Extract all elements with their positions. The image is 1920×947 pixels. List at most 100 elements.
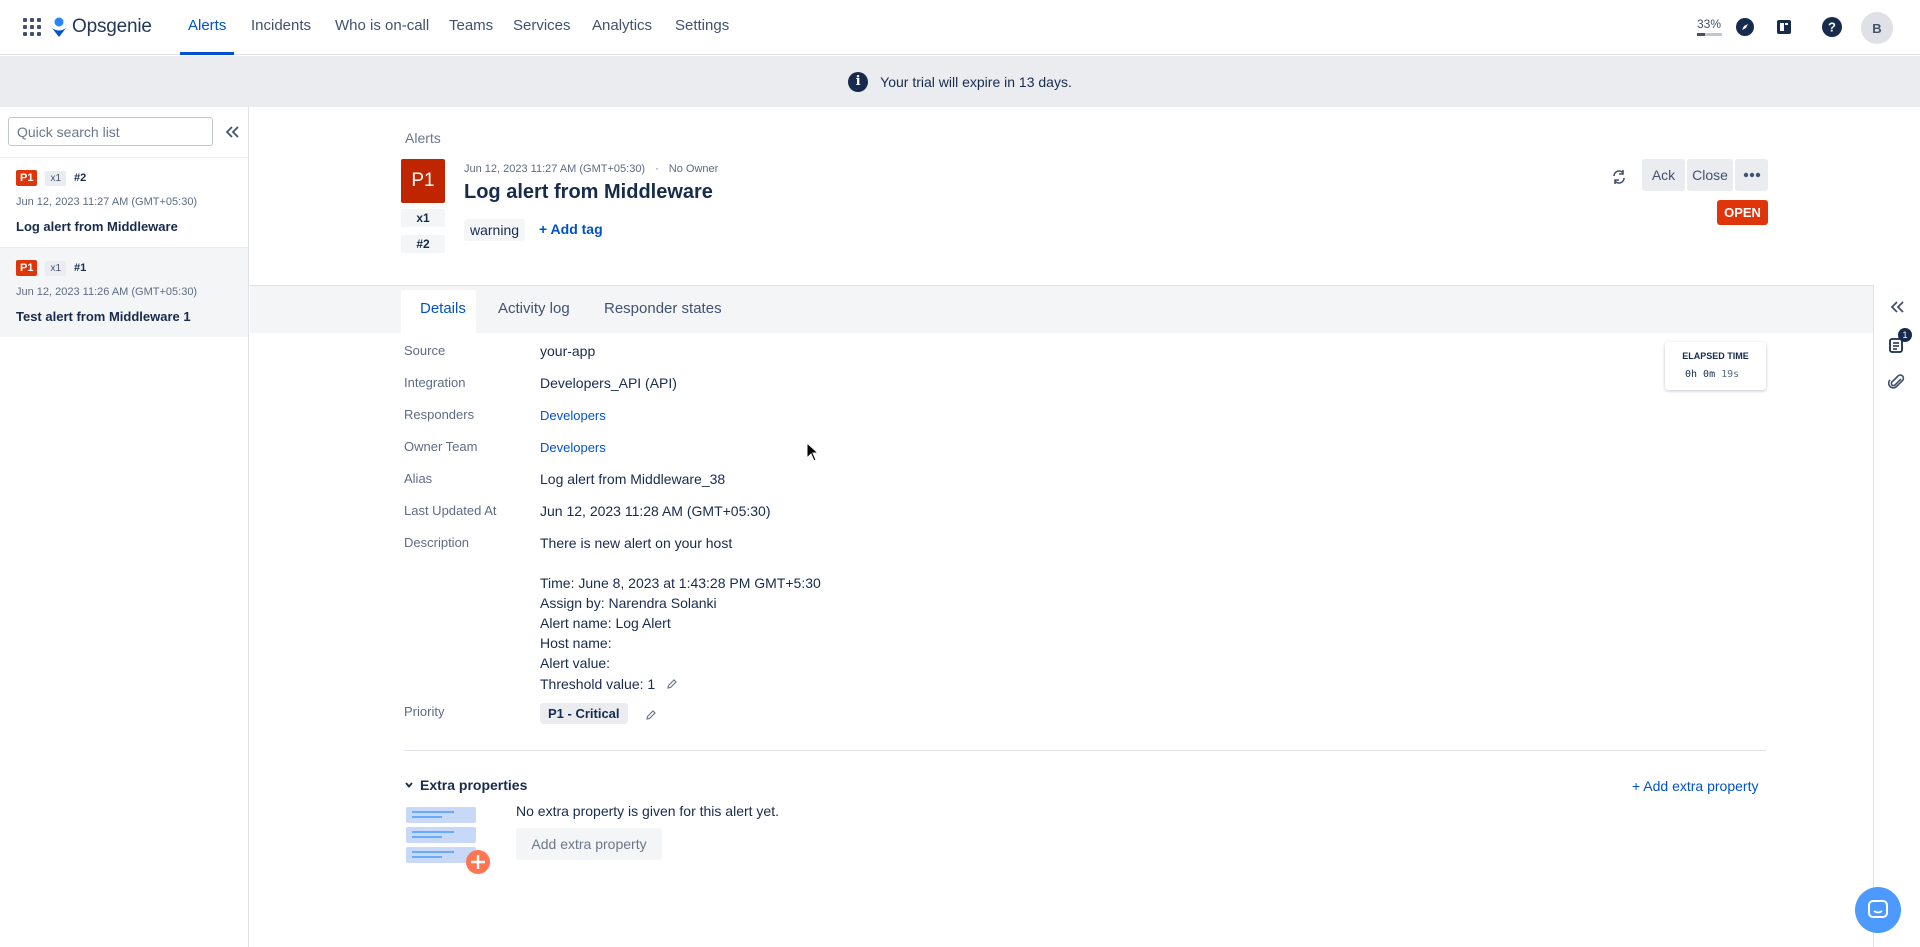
elapsed-time-value-row: 0h 0m 19s [1685, 369, 1739, 380]
alert-title: Log alert from Middleware [16, 219, 178, 234]
more-icon [1743, 172, 1760, 178]
avatar[interactable]: B [1861, 12, 1893, 44]
edit-priority-icon[interactable] [642, 706, 660, 724]
description-last-row: Threshold value: 1 [540, 675, 681, 693]
opsgenie-logo-icon [52, 17, 66, 37]
notes-icon[interactable]: 1 [1886, 328, 1912, 356]
count-badge: x1 [401, 209, 445, 227]
progress-percent[interactable]: 33% [1697, 17, 1721, 31]
elapsed-time-card: ELAPSED TIME 0h 0m 19s [1665, 342, 1766, 390]
nav-who-is-on-call[interactable]: Who is on-call [335, 17, 429, 55]
priority-badge-large: P1 [401, 159, 445, 203]
responders-link[interactable]: Developers [540, 408, 606, 423]
tab-details[interactable]: Details [420, 300, 466, 329]
collapse-list-icon[interactable] [222, 122, 242, 142]
extra-properties-title: Extra properties [420, 777, 528, 793]
list-item[interactable]: P1 x1 #2 Jun 12, 2023 11:27 AM (GMT+05:3… [0, 157, 248, 247]
compass-icon[interactable] [1734, 16, 1756, 38]
source-value: your-app [540, 343, 596, 359]
alias-label: Alias [404, 471, 433, 486]
elapsed-time-seconds: 19s [1721, 369, 1740, 380]
nav-teams[interactable]: Teams [449, 17, 493, 55]
description-line: Alert value: [540, 655, 611, 671]
alias-value: Log alert from Middleware_38 [540, 471, 726, 487]
nav-analytics[interactable]: Analytics [592, 17, 652, 55]
more-actions-button[interactable] [1735, 159, 1768, 191]
chevron-down-icon [405, 782, 413, 788]
extra-properties-toggle[interactable]: Extra properties [404, 777, 527, 793]
mouse-cursor-icon [806, 442, 820, 462]
attachment-icon[interactable] [1886, 371, 1908, 393]
description-line: Alert name: Log Alert [540, 615, 671, 631]
integration-label: Integration [404, 375, 466, 390]
edit-description-icon[interactable] [663, 675, 681, 693]
priority-chip: P1 - Critical [540, 703, 628, 724]
priority-badge: P1 [16, 260, 38, 276]
quick-search-input[interactable] [8, 117, 213, 146]
owner-team-link[interactable]: Developers [540, 440, 606, 455]
responders-label: Responders [404, 407, 475, 422]
integration-value: Developers_API (API) [540, 375, 677, 391]
alert-id: #1 [74, 262, 87, 274]
alert-date: Jun 12, 2023 11:27 AM (GMT+05:30) [464, 163, 646, 175]
description-line: Assign by: Narendra Solanki [540, 595, 717, 611]
count-badge: x1 [45, 170, 67, 186]
close-button[interactable]: Close [1687, 159, 1733, 191]
alert-date: Jun 12, 2023 11:27 AM (GMT+05:30) [16, 196, 198, 208]
alert-owner[interactable]: No Owner [669, 163, 719, 175]
breadcrumb[interactable]: Alerts [405, 130, 441, 146]
empty-extra-text: No extra property is given for this aler… [516, 803, 779, 819]
book-icon[interactable] [1773, 16, 1795, 38]
app-switcher-icon[interactable] [23, 18, 41, 36]
empty-list-illustration [406, 807, 490, 874]
alert-title: Test alert from Middleware 1 [16, 309, 191, 324]
notification-count: 1 [1898, 328, 1912, 342]
right-rail: 1 [1873, 285, 1920, 947]
help-icon[interactable]: ? [1821, 16, 1843, 38]
svg-text:?: ? [1828, 20, 1836, 35]
tag-chip[interactable]: warning [464, 219, 526, 241]
description-line: Host name: [540, 635, 612, 651]
refresh-icon[interactable] [1607, 165, 1631, 189]
ack-button[interactable]: Ack [1642, 159, 1685, 191]
last-updated-label: Last Updated At [404, 503, 497, 518]
add-extra-property-button[interactable]: Add extra property [516, 828, 662, 860]
section-divider [404, 750, 1766, 751]
trial-banner-text: Your trial will expire in 13 days. [880, 73, 1072, 90]
nav-settings[interactable]: Settings [675, 17, 729, 55]
opsgenie-logo[interactable]: Opsgenie [51, 14, 152, 40]
detail-tabs: Details Activity log Responder states [250, 285, 1873, 334]
info-icon: i [848, 71, 869, 92]
nav-services[interactable]: Services [513, 17, 571, 55]
chat-button[interactable] [1855, 887, 1901, 933]
alert-detail: Alerts P1 x1 #2 Jun 12, 2023 11:27 AM (G… [250, 107, 1920, 947]
count-badge: x1 [45, 260, 67, 276]
add-tag-link[interactable]: + Add tag [539, 221, 603, 237]
description-line: Threshold value: 1 [540, 676, 656, 692]
nav-incidents[interactable]: Incidents [251, 17, 311, 55]
description-line: There is new alert on your host [540, 535, 733, 551]
trial-banner: i Your trial will expire in 13 days. [0, 56, 1920, 107]
nav-alerts[interactable]: Alerts [179, 17, 235, 55]
expand-rail-icon[interactable] [1886, 296, 1908, 318]
alert-id: #2 [401, 235, 445, 253]
source-label: Source [404, 343, 446, 358]
alert-id: #2 [74, 172, 87, 184]
tab-activity-log[interactable]: Activity log [498, 300, 570, 329]
last-updated-value: Jun 12, 2023 11:28 AM (GMT+05:30) [540, 503, 771, 519]
owner-team-label: Owner Team [404, 439, 478, 454]
priority-badge: P1 [16, 170, 38, 186]
elapsed-time-value: 0h 0m [1685, 369, 1716, 380]
description-line: Time: June 8, 2023 at 1:43:28 PM GMT+5:3… [540, 575, 821, 591]
list-item[interactable]: P1 x1 #1 Jun 12, 2023 11:26 AM (GMT+05:3… [0, 247, 248, 337]
top-navigation: Opsgenie Alerts Incidents Who is on-call… [0, 0, 1920, 55]
chat-icon [1868, 900, 1888, 918]
page-title: Log alert from Middleware [464, 181, 713, 203]
add-extra-property-link[interactable]: + Add extra property [1632, 778, 1758, 794]
progress-bar-fill [1697, 33, 1706, 36]
alert-meta: Jun 12, 2023 11:27 AM (GMT+05:30) · No O… [464, 163, 718, 175]
tab-responder-states[interactable]: Responder states [604, 300, 722, 329]
priority-label: Priority [404, 704, 445, 719]
alert-date: Jun 12, 2023 11:26 AM (GMT+05:30) [16, 286, 198, 298]
elapsed-time-title: ELAPSED TIME [1682, 351, 1749, 361]
